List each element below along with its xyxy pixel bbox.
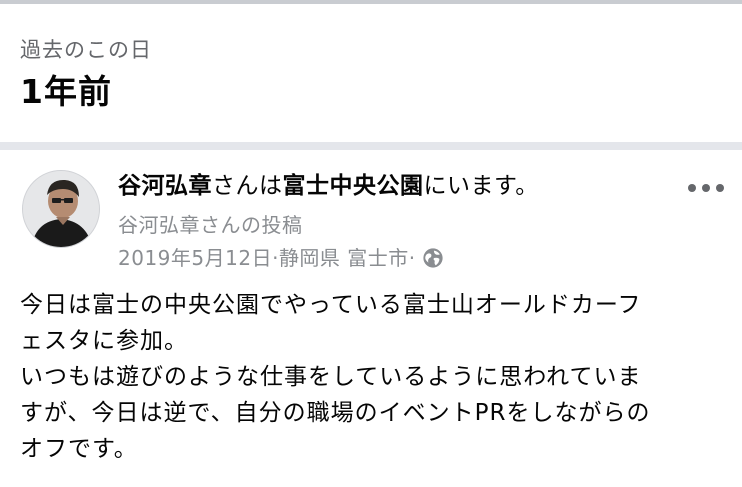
post-meta: 2019年5月12日 · 静岡県 富士市 · — [118, 243, 444, 273]
post-card: 谷河弘章さんは富士中央公園にいます。 谷河弘章さんの投稿 2019年5月12日 … — [0, 150, 742, 487]
post-body-line: すが、今日は逆で、自分の職場のイベントPRをしながらの — [20, 400, 651, 426]
more-dot-icon — [702, 184, 710, 192]
post-body-line: 今日は富士の中央公園でやっている富士山オールドカーフ — [20, 292, 642, 318]
meta-separator: · — [272, 246, 279, 270]
place-link[interactable]: 富士中央公園 — [283, 173, 424, 199]
more-dot-icon — [716, 184, 724, 192]
more-dot-icon — [688, 184, 696, 192]
post-body: 今日は富士の中央公園でやっている富士山オールドカーフ ェスタに参加。 いつもは遊… — [20, 287, 730, 467]
section-divider — [0, 142, 742, 150]
post-body-line: いつもは遊びのような仕事をしているように思われていま — [20, 364, 642, 390]
top-border — [0, 0, 742, 4]
post-byline[interactable]: 谷河弘章さんの投稿 — [118, 210, 303, 240]
globe-icon[interactable] — [422, 247, 444, 269]
more-options-button[interactable] — [688, 176, 724, 200]
post-headline: 谷河弘章さんは富士中央公園にいます。 — [118, 170, 678, 202]
checkin-connector: さんは — [212, 173, 283, 199]
post-location-link[interactable]: 静岡県 富士市 — [279, 243, 409, 273]
memories-header: 過去のこの日 1年前 — [20, 36, 152, 112]
checkin-suffix: にいます。 — [423, 173, 539, 199]
post-body-line: ェスタに参加。 — [20, 328, 188, 354]
author-avatar[interactable] — [22, 170, 100, 248]
post-body-line: オフです。 — [20, 436, 138, 462]
meta-separator: · — [408, 246, 416, 270]
post-date-link[interactable]: 2019年5月12日 — [118, 243, 272, 273]
memories-title: 1年前 — [20, 72, 112, 111]
memories-kicker: 過去のこの日 — [20, 38, 152, 62]
author-name-link[interactable]: 谷河弘章 — [118, 173, 212, 199]
avatar-photo — [23, 171, 99, 247]
